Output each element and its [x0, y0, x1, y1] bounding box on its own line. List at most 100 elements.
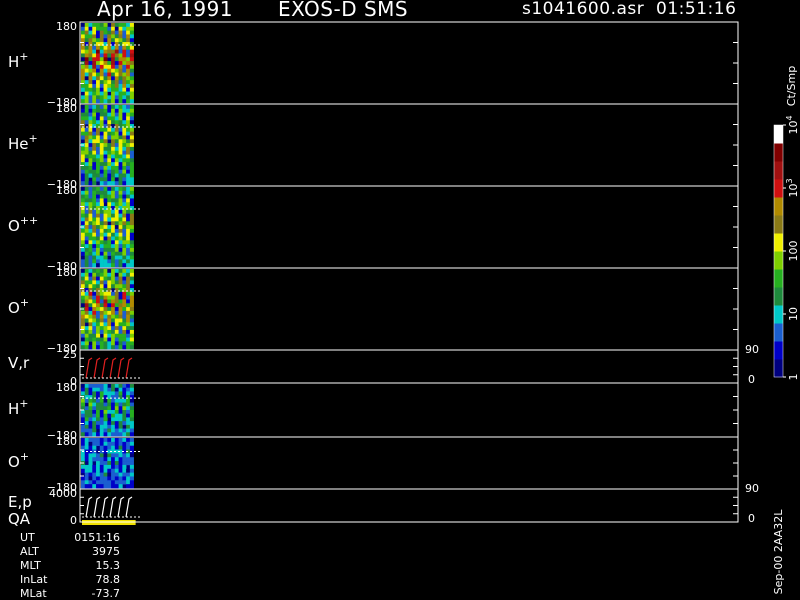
spectrogram-cell [96, 288, 101, 293]
spectrogram-cell [126, 345, 131, 350]
spectrogram-cell [88, 99, 93, 104]
spectrogram-cell [88, 288, 93, 293]
spectrogram-cell [99, 26, 104, 31]
spectrogram-cell [92, 30, 97, 35]
spectrogram-cell [129, 322, 134, 327]
spectrogram-cell [92, 72, 97, 77]
spectrogram-cell [81, 135, 86, 140]
spectrogram-cell [114, 240, 119, 245]
spectrogram-cell [92, 131, 97, 136]
spectrogram-cell [122, 53, 127, 58]
spectrogram-cell [111, 91, 116, 96]
spectrogram-cell [114, 99, 119, 104]
spectrogram-cell [92, 384, 97, 389]
spectrogram-cell [114, 169, 119, 174]
spectrogram-cell [96, 116, 101, 121]
spectrogram-cell [92, 445, 97, 450]
spectrogram-cell [126, 402, 131, 407]
spectrogram-cell [126, 217, 131, 222]
spectrogram-cell [103, 284, 108, 289]
spectrogram-cell [126, 112, 131, 117]
spectrogram-cell [88, 169, 93, 174]
spectrogram-cell [122, 461, 127, 466]
spectrogram-cell [99, 206, 104, 211]
spectrogram-cell [92, 472, 97, 477]
spectrogram-cell [81, 165, 86, 171]
spectrogram-cell [126, 432, 131, 437]
spectrogram-cell [96, 263, 101, 268]
spectrogram-cell [114, 457, 119, 462]
spectrogram-cell [122, 87, 127, 92]
spectrogram-cell [118, 269, 123, 274]
spectrogram-cell [107, 406, 112, 411]
spectrogram-cell [84, 391, 89, 396]
spectrogram-cell [107, 291, 112, 296]
spectrogram-cell [107, 112, 112, 117]
spectrogram-cell [126, 177, 131, 182]
spectrogram-cell [122, 194, 127, 199]
spectrogram-cell [129, 99, 134, 104]
spectrogram-cell [122, 421, 127, 426]
spectrogram-cell [107, 244, 112, 249]
spectrogram-cell [99, 259, 104, 264]
spectrogram-cell [122, 280, 127, 285]
right-tick-label: 0 [748, 373, 755, 386]
colorbar-segment [774, 269, 783, 288]
spectrogram-cell [129, 329, 134, 335]
spectrogram-cell [103, 421, 108, 426]
spectrogram-cell [118, 206, 123, 211]
spectrogram-cell [96, 413, 101, 418]
spectrogram-cell [114, 53, 119, 58]
spectrogram-cell [107, 259, 112, 264]
spectrogram-cell [99, 432, 104, 437]
spectrogram-cell [88, 410, 93, 415]
spectrogram-cell [126, 428, 131, 433]
spectrogram-cell [84, 232, 89, 237]
spectrogram-cell [84, 143, 89, 148]
spectrogram-cell [114, 91, 119, 96]
spectrogram-cell [118, 34, 123, 39]
spectrogram-cell [96, 154, 101, 159]
spectrogram-cell [118, 299, 123, 304]
spectrogram-cell [118, 402, 123, 407]
spectrogram-cell [96, 247, 101, 253]
spectrogram-cell [103, 30, 108, 35]
spectrogram-cell [103, 288, 108, 293]
spectrogram-cell [103, 244, 108, 249]
spectrogram-cell [129, 135, 134, 140]
spectrogram-cell [114, 329, 119, 335]
spectrogram-cell [111, 30, 116, 35]
spectrogram-cell [84, 135, 89, 140]
spectrogram-cell [122, 198, 127, 203]
spectrogram-cell [126, 225, 131, 230]
spectrogram-cell [81, 213, 86, 218]
spectrogram-cell [107, 391, 112, 396]
spectrogram-cell [111, 468, 116, 473]
spectrogram-cell [99, 413, 104, 418]
spectrogram-cell [122, 169, 127, 174]
spectrogram-cell [122, 95, 127, 100]
spectrogram-cell [129, 87, 134, 92]
spectrogram-cell [88, 345, 93, 350]
spectrogram-cell [84, 202, 89, 207]
spectrogram-cell [96, 345, 101, 350]
spectrogram-cell [84, 453, 89, 458]
spectrogram-cell [99, 384, 104, 389]
panel-e-p: E,p [8, 488, 739, 525]
panel-frame [79, 185, 739, 269]
spectrogram-cell [111, 49, 116, 54]
spectrogram-cell [96, 76, 101, 81]
spectrogram-cell [92, 187, 97, 192]
spectrogram-cell [88, 53, 93, 58]
spectrogram-cell [107, 263, 112, 268]
spectrogram-cell [107, 310, 112, 316]
spectrogram-cell [103, 131, 108, 136]
spectrogram-cell [111, 165, 116, 171]
spectrogram-cell [107, 228, 112, 234]
spectrogram-cell [122, 64, 127, 70]
spectrogram-cell [114, 402, 119, 407]
spectrogram-cell [114, 228, 119, 234]
spectrogram-cell [99, 150, 104, 155]
spectrogram-cell [92, 402, 97, 407]
spectrogram-cell [114, 438, 119, 443]
